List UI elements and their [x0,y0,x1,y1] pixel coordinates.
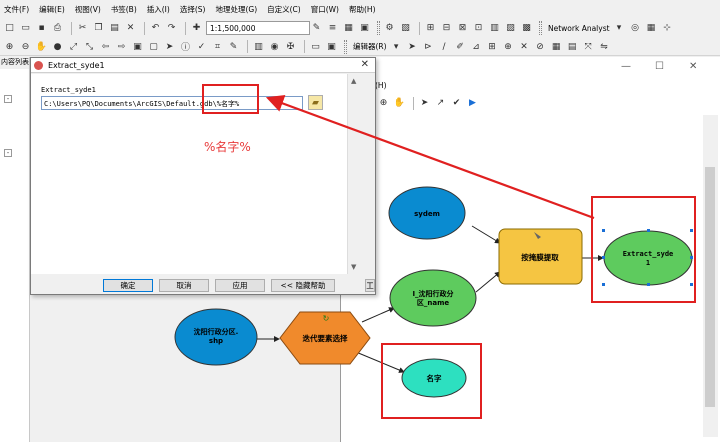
dialog-content: Extract_syde1 C:\Users\PQ\Documents\ArcG… [31,74,347,274]
input-shapefile-label-line2: shp [209,337,223,345]
extract-output-node[interactable] [603,230,693,286]
connector-line [475,271,501,293]
iterate-icon: ↻ [323,314,330,323]
apply-button[interactable]: 应用 [215,279,265,292]
iterator-output-node[interactable] [389,269,477,327]
scroll-up-icon[interactable]: ▲ [351,77,356,85]
connector-line [355,351,405,373]
dialog-button-row: 确定 取消 应用 << 隐藏帮助 工 [31,277,375,295]
tool-help-button[interactable]: 工 [365,279,375,292]
annotation-text: %名字% [204,140,251,154]
annotation-box-path [202,84,259,114]
browse-folder-icon[interactable]: ▰ [308,95,323,110]
output-path-input[interactable]: C:\Users\PQ\Documents\ArcGIS\Default.gdb… [41,96,303,110]
connector-line [361,307,395,323]
hide-help-button[interactable]: << 隐藏帮助 [271,279,335,292]
input-shapefile-label: 沈阳行政分区. [194,327,239,336]
iterator-output-label: I_沈阳行政分 [412,289,453,298]
extract-output-label: Extract_syde [623,250,674,258]
cancel-button[interactable]: 取消 [159,279,209,292]
dialog-title: Extract_syde1 [48,60,105,70]
iterator-output-label-line2: 区_name [417,299,450,307]
close-icon[interactable]: ✕ [361,59,369,70]
extract-output-label-line2: 1 [646,259,650,267]
tool-icon [34,60,43,70]
sydem-label: sydem [414,210,440,218]
extract-by-mask-label: 按掩膜提取 [521,252,559,262]
connector-line [471,225,501,244]
name-variable-label: 名字 [427,373,442,383]
iterator-label: 迭代要素选择 [303,333,348,343]
dialog-scrollbar[interactable]: ▲ ▼ [347,74,361,274]
ok-button[interactable]: 确定 [103,279,153,292]
parameter-label: Extract_syde1 [41,86,96,94]
scroll-down-icon[interactable]: ▼ [351,263,356,271]
dialog-titlebar: Extract_syde1 [31,58,375,73]
